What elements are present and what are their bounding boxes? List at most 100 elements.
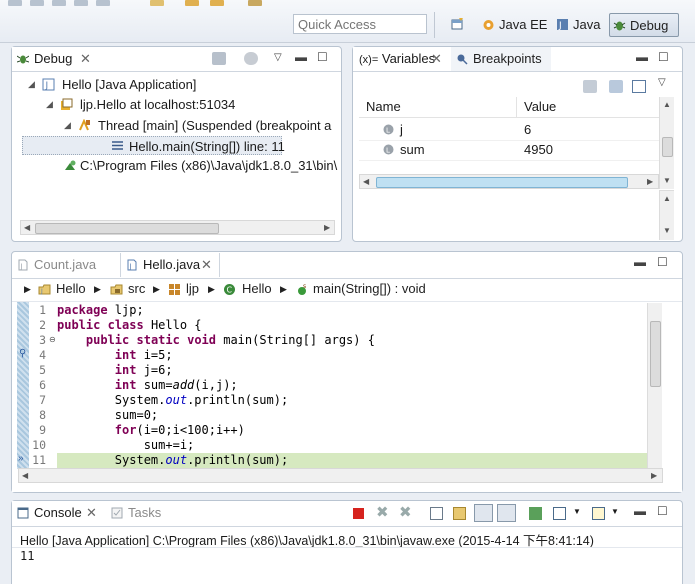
fold-collapse-icon[interactable]: ⊖ (49, 335, 56, 344)
breadcrumb-item[interactable]: ljp (186, 279, 199, 299)
collapse-all-icon[interactable] (632, 80, 646, 93)
tree-item-stack-frame[interactable]: Hello.main(String[]) line: 11 (22, 136, 285, 155)
editor-horizontal-scrollbar[interactable]: ◀ ▶ (18, 468, 663, 483)
editor-vertical-scrollbar[interactable] (647, 303, 662, 468)
close-icon[interactable]: ✕ (431, 47, 442, 71)
display-selected-console-icon[interactable] (553, 507, 566, 520)
scroll-right-icon[interactable]: ▶ (324, 223, 330, 232)
code-line: sum=0; (57, 408, 159, 422)
clear-console-icon[interactable] (430, 507, 443, 520)
breadcrumb-arrow-icon[interactable]: ▶ (24, 279, 31, 299)
toolbar-button-icon[interactable] (52, 0, 66, 6)
breadcrumb-item[interactable]: src (128, 279, 145, 299)
toolbar-button-icon[interactable] (150, 0, 164, 6)
breadcrumb-arrow-icon[interactable]: ▶ (94, 279, 101, 299)
chevron-down-icon[interactable]: ▼ (611, 507, 619, 516)
breadcrumb-arrow-icon[interactable]: ▶ (280, 279, 287, 299)
console-output[interactable]: 11 (20, 549, 34, 563)
tab-console[interactable]: Console ✕ (12, 501, 104, 525)
toolbar-button-icon[interactable] (8, 0, 22, 6)
breakpoint-icon[interactable]: ⚲ (19, 348, 26, 359)
scroll-right-icon[interactable]: ▶ (647, 177, 653, 186)
table-row[interactable]: L sum 4950 (359, 140, 659, 161)
maximize-icon[interactable]: ☐ (657, 255, 668, 269)
scrollbar-thumb[interactable] (376, 177, 628, 188)
breadcrumb-arrow-icon[interactable]: ▶ (153, 279, 160, 299)
detail-pane-scrollbar[interactable]: ▲ ▼ (659, 190, 674, 240)
scroll-down-icon[interactable]: ▼ (663, 176, 671, 185)
toolbar-button-icon[interactable] (74, 0, 88, 6)
scrollbar-thumb[interactable] (650, 321, 661, 387)
breadcrumb-arrow-icon[interactable]: ▶ (208, 279, 215, 299)
view-menu-icon[interactable]: ▽ (658, 77, 666, 88)
maximize-icon[interactable]: ☐ (317, 50, 328, 64)
debug-view-tabbar: Debug ✕ ▽ ▬ ☐ (12, 47, 341, 72)
scroll-left-icon[interactable]: ◀ (22, 471, 28, 480)
tree-item-label: ljp.Hello at localhost:51034 (80, 97, 236, 112)
tab-count-java[interactable]: J Count.java (12, 253, 112, 277)
view-menu-icon[interactable]: ▽ (274, 52, 282, 63)
remove-terminated-icon[interactable] (212, 52, 226, 65)
chevron-down-icon[interactable]: ▼ (573, 507, 581, 516)
quick-access-input[interactable] (293, 14, 427, 34)
scroll-down-icon[interactable]: ▼ (663, 226, 671, 235)
scrollbar-thumb[interactable] (662, 137, 673, 157)
remove-all-terminated-icon[interactable]: ✖ (399, 503, 412, 521)
show-logical-structure-icon[interactable] (609, 80, 623, 93)
column-header-name[interactable]: Name (366, 97, 401, 117)
breadcrumb-item[interactable]: Hello (242, 279, 272, 299)
scroll-lock-icon[interactable] (453, 507, 466, 520)
column-header-value[interactable]: Value (524, 97, 556, 117)
forward-arrow-icon[interactable] (210, 0, 224, 6)
tab-tasks[interactable]: Tasks (106, 501, 176, 525)
breadcrumb-item[interactable]: main(String[]) : void (313, 279, 426, 299)
breadcrumb-item[interactable]: Hello (56, 279, 86, 299)
show-on-stdout-icon[interactable] (474, 504, 493, 522)
collapse-icon[interactable]: ◢ (28, 75, 35, 94)
open-perspective-button[interactable] (448, 13, 474, 37)
minimize-icon[interactable]: ▬ (634, 504, 646, 518)
back-arrow-icon[interactable] (185, 0, 199, 6)
open-console-icon[interactable] (592, 507, 605, 520)
scroll-right-icon[interactable]: ▶ (651, 471, 657, 480)
perspective-java[interactable]: J Java (553, 13, 604, 37)
minimize-icon[interactable]: ▬ (295, 50, 307, 64)
tab-breakpoints[interactable]: Breakpoints (451, 47, 551, 71)
code-line: for(i=0;i<100;i++) (114, 423, 245, 437)
close-icon[interactable]: ✕ (80, 47, 91, 71)
collapse-icon[interactable]: ◢ (46, 95, 53, 114)
close-icon[interactable]: ✕ (201, 253, 212, 277)
pin-console-icon[interactable] (529, 507, 542, 520)
tab-variables[interactable]: (x)= Variables ✕ (353, 47, 449, 71)
toolbar-button-icon[interactable] (248, 0, 262, 6)
connect-icon[interactable] (244, 52, 258, 65)
tab-debug[interactable]: Debug ✕ (12, 47, 102, 71)
close-icon[interactable]: ✕ (86, 501, 97, 525)
maximize-icon[interactable]: ☐ (657, 504, 668, 518)
scroll-up-icon[interactable]: ▲ (663, 100, 671, 109)
scrollbar-thumb[interactable] (35, 223, 219, 234)
variables-vertical-scrollbar[interactable]: ▲ ▼ (659, 97, 674, 189)
code-line: public class Hello { (57, 318, 202, 332)
perspective-debug[interactable]: Debug (609, 13, 679, 37)
scroll-up-icon[interactable]: ▲ (663, 194, 671, 203)
console-icon (17, 507, 29, 519)
minimize-icon[interactable]: ▬ (634, 255, 646, 269)
show-type-names-icon[interactable] (583, 80, 597, 93)
collapse-icon[interactable]: ◢ (64, 116, 71, 135)
column-divider[interactable] (516, 97, 517, 117)
scroll-left-icon[interactable]: ◀ (24, 223, 30, 232)
scroll-left-icon[interactable]: ◀ (363, 177, 369, 186)
tab-hello-java[interactable]: J Hello.java ✕ (120, 253, 220, 277)
show-on-stderr-icon[interactable] (497, 504, 516, 522)
maximize-icon[interactable]: ☐ (658, 50, 669, 64)
toolbar-button-icon[interactable] (96, 0, 110, 6)
table-row[interactable]: L j 6 (359, 120, 659, 141)
variables-horizontal-scrollbar[interactable]: ◀ ▶ (359, 174, 659, 189)
terminate-icon[interactable] (353, 508, 364, 519)
minimize-icon[interactable]: ▬ (636, 50, 648, 64)
remove-launch-icon[interactable]: ✖ (376, 503, 389, 521)
perspective-java-ee[interactable]: Java EE (479, 13, 551, 37)
debug-horizontal-scrollbar[interactable]: ◀ ▶ (20, 220, 335, 235)
toolbar-button-icon[interactable] (30, 0, 44, 6)
